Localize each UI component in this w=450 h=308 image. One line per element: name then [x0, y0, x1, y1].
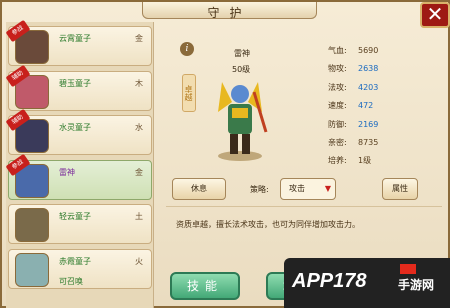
window-title: 守护	[207, 6, 252, 20]
hero-portrait	[15, 252, 49, 287]
roster-card[interactable]: 参战 雷神金	[5, 153, 152, 200]
hero-roster: 参战 云霄童子金辅助 碧玉童子木辅助 水灵童子水参战 雷神金轻云童子土赤霞童子火可召唤	[5, 19, 154, 308]
summon-label: 可召唤	[59, 276, 83, 286]
hero-stage: i 卓越 雷神 50级	[162, 24, 312, 174]
roster-card[interactable]: 辅助 水灵童子水	[5, 108, 152, 155]
dropdown-arrow-icon: ▼	[324, 184, 331, 193]
element-label: 金	[135, 167, 143, 177]
game-window: 守护 ✕ 参战 云霄童子金辅助 碧玉童子木辅助 水灵童子水参战 雷神金轻云童子土赤霞童子…	[0, 0, 450, 308]
hero-name: 雷神	[234, 49, 250, 58]
element-label: 水	[135, 123, 143, 132]
watermark-tag-icon	[400, 264, 416, 274]
element-label: 火	[135, 256, 143, 266]
watermark-sub: 手游网	[398, 278, 435, 292]
strategy-label: 策略:	[250, 185, 269, 194]
rest-button[interactable]: 休息	[172, 178, 226, 200]
roster-hero-name: 云霄童子	[59, 34, 91, 43]
roster-hero-name: 水灵童子	[59, 123, 91, 132]
stat-row: 培养: 1级	[328, 152, 438, 170]
rank-badge: 卓越	[182, 74, 196, 112]
element-label: 金	[135, 34, 143, 43]
stat-value: 8735	[358, 137, 379, 147]
roster-card[interactable]: 辅助 碧玉童子木	[5, 64, 152, 111]
stat-row: 法攻: 4203	[328, 79, 438, 97]
strategy-value: 攻击	[289, 184, 305, 193]
stat-row: 速度: 472	[328, 97, 438, 115]
stat-label: 亲密:	[328, 137, 347, 147]
roster-hero-name: 雷神	[59, 167, 75, 177]
stat-label: 物攻:	[328, 64, 347, 74]
roster-hero-name: 碧玉童子	[59, 78, 91, 88]
stat-row: 气血: 5690	[328, 42, 438, 60]
watermark: APP178 手游网	[284, 258, 450, 308]
stat-value: 4203	[358, 82, 379, 92]
stat-label: 气血:	[328, 46, 347, 55]
close-button[interactable]: ✕	[420, 2, 450, 28]
hero-description: 资质卓越，擅长法术攻击，也可为同伴增加攻击力。	[166, 206, 442, 252]
hero-portrait	[15, 208, 49, 242]
roster-hero-name: 轻云童子	[59, 212, 91, 221]
title-bar: 守护	[142, 2, 317, 20]
skills-button[interactable]: 技能	[170, 272, 240, 300]
watermark-text: APP178	[292, 270, 367, 292]
stat-value: 5690	[358, 46, 379, 55]
element-label: 土	[135, 212, 143, 221]
attributes-button[interactable]: 属性	[382, 178, 418, 200]
stat-value: 1级	[358, 156, 372, 166]
stat-value: 472	[358, 101, 374, 111]
strategy-select[interactable]: 攻击 ▼	[280, 178, 336, 200]
stat-label: 法攻:	[328, 82, 347, 92]
stat-value: 2169	[358, 119, 379, 129]
roster-card[interactable]: 轻云童子 土	[8, 204, 152, 244]
roster-hero-name: 赤霞童子	[59, 256, 91, 266]
stat-label: 速度:	[328, 101, 347, 111]
stat-label: 培养:	[328, 156, 347, 166]
roster-card[interactable]: 赤霞童子 火可召唤	[8, 248, 152, 289]
info-icon[interactable]: i	[180, 42, 194, 56]
stat-label: 防御:	[328, 119, 347, 129]
element-label: 木	[135, 78, 143, 88]
stat-row: 物攻: 2638	[328, 60, 438, 78]
stat-row: 防御: 2169	[328, 116, 438, 134]
hero-figure-icon	[218, 82, 268, 161]
stat-row: 亲密: 8735	[328, 134, 438, 152]
roster-card[interactable]: 参战 云霄童子金	[5, 19, 152, 66]
stat-value: 2638	[358, 64, 379, 74]
stats-panel: 气血: 5690 物攻: 2638 法攻: 4203 速度: 472 防御: 2169 亲密: 873…	[328, 42, 438, 171]
